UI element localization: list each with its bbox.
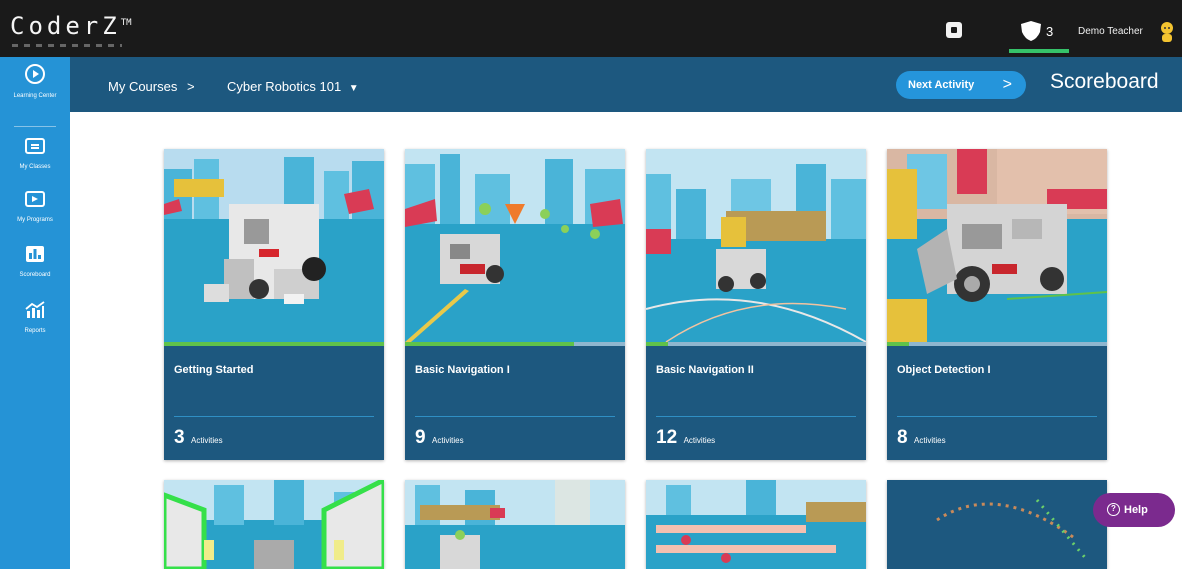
activity-count-unit: Activities bbox=[914, 436, 946, 445]
course-selector-dropdown[interactable]: Cyber Robotics 101 ▼ bbox=[227, 79, 359, 94]
sidebar-item-reports[interactable]: Reports bbox=[0, 300, 70, 335]
card-progress-fill bbox=[405, 342, 575, 346]
activity-count-number: 3 bbox=[174, 427, 185, 448]
course-card-basic-navigation-1[interactable]: Basic Navigation I 9 Activities bbox=[405, 149, 625, 460]
activity-count-unit: Activities bbox=[191, 436, 223, 445]
card-progress-fill bbox=[164, 342, 384, 346]
activity-count-number: 8 bbox=[897, 427, 908, 448]
sidebar-item-label: Reports bbox=[24, 328, 46, 334]
activity-count-unit: Activities bbox=[683, 436, 716, 445]
top-bar: CoderZTM 3 Demo Teacher bbox=[0, 0, 1182, 57]
caret-down-icon: ▼ bbox=[348, 83, 359, 94]
shield-icon[interactable] bbox=[1019, 20, 1043, 42]
row2-card-4-thumbnail bbox=[887, 480, 1107, 569]
sidebar-item-scoreboard[interactable]: Scoreboard bbox=[0, 244, 70, 279]
sidebar-item-label: Scoreboard bbox=[19, 272, 51, 278]
reports-chart-icon bbox=[24, 301, 46, 324]
sidebar-item-my-programs[interactable]: My Programs bbox=[0, 189, 70, 224]
course-card-object-detection-1[interactable]: Object Detection I 8 Activities bbox=[887, 149, 1107, 460]
card-title: Object Detection I bbox=[897, 364, 991, 376]
card-divider bbox=[656, 416, 856, 417]
card-progress-track bbox=[646, 342, 866, 346]
card-activity-count: 3 Activities bbox=[174, 427, 223, 449]
activity-count-unit: Activities bbox=[432, 436, 464, 445]
activity-count-number: 9 bbox=[415, 427, 426, 448]
breadcrumb-separator: > bbox=[186, 79, 195, 94]
sidebar-item-label: Learning Center bbox=[13, 93, 57, 99]
card-title: Basic Navigation I bbox=[415, 364, 510, 376]
basic-navigation-2-thumbnail bbox=[646, 149, 866, 342]
course-card-row2-1[interactable] bbox=[164, 480, 384, 569]
card-progress-fill bbox=[887, 342, 909, 346]
course-card-basic-navigation-2[interactable]: Basic Navigation II 12 Activities bbox=[646, 149, 866, 460]
logo-dots-decoration bbox=[12, 44, 122, 47]
scoreboard-link[interactable]: Scoreboard bbox=[1050, 70, 1159, 94]
sidebar-item-label: My Classes bbox=[19, 164, 51, 170]
card-divider bbox=[174, 416, 374, 417]
classes-folder-icon bbox=[24, 138, 46, 160]
getting-started-thumbnail bbox=[164, 149, 384, 342]
teacher-avatar-icon[interactable] bbox=[1158, 20, 1176, 42]
sidebar: Learning Center My Classes My Programs S… bbox=[0, 57, 70, 569]
help-button[interactable]: ? Help bbox=[1093, 493, 1175, 527]
card-activity-count: 8 Activities bbox=[897, 427, 946, 449]
row2-card-2-thumbnail bbox=[405, 480, 625, 569]
card-activity-count: 12 Activities bbox=[656, 427, 715, 449]
breadcrumb-root-label: My Courses bbox=[108, 79, 178, 94]
breadcrumb-my-courses[interactable]: My Courses > bbox=[108, 79, 195, 94]
sidebar-item-my-classes[interactable]: My Classes bbox=[0, 136, 70, 171]
card-title: Getting Started bbox=[174, 364, 254, 376]
card-progress-track bbox=[887, 342, 1107, 346]
sidebar-item-label: My Programs bbox=[17, 217, 53, 223]
card-title: Basic Navigation II bbox=[656, 364, 754, 376]
user-progress-bar bbox=[1009, 49, 1069, 53]
user-name[interactable]: Demo Teacher bbox=[1078, 26, 1143, 37]
next-activity-label: Next Activity bbox=[908, 79, 975, 91]
card-progress-fill bbox=[646, 342, 668, 346]
card-divider bbox=[415, 416, 615, 417]
sidebar-item-learning-center[interactable]: Learning Center bbox=[0, 63, 70, 100]
logo-trademark: TM bbox=[120, 18, 132, 28]
card-divider bbox=[897, 416, 1097, 417]
activity-count-number: 12 bbox=[656, 427, 678, 448]
sidebar-divider bbox=[14, 126, 56, 127]
course-card-getting-started[interactable]: Getting Started 3 Activities bbox=[164, 149, 384, 460]
shield-count: 3 bbox=[1046, 24, 1054, 39]
coderz-logo[interactable]: CoderZTM bbox=[10, 12, 132, 40]
basic-navigation-1-thumbnail bbox=[405, 149, 625, 342]
course-card-row2-2[interactable] bbox=[405, 480, 625, 569]
course-card-row2-4[interactable] bbox=[887, 480, 1107, 569]
course-card-row2-3[interactable] bbox=[646, 480, 866, 569]
help-question-icon: ? bbox=[1107, 502, 1120, 516]
next-activity-button[interactable]: Next Activity > bbox=[896, 71, 1026, 99]
scoreboard-icon bbox=[24, 246, 46, 268]
chevron-right-icon: > bbox=[1002, 76, 1012, 93]
object-detection-1-thumbnail bbox=[887, 149, 1107, 342]
row2-card-3-thumbnail bbox=[646, 480, 866, 569]
notification-icon[interactable] bbox=[946, 22, 962, 38]
card-activity-count: 9 Activities bbox=[415, 427, 464, 449]
help-label: Help bbox=[1124, 504, 1148, 516]
logo-text: CoderZ bbox=[10, 12, 121, 40]
programs-folder-icon bbox=[24, 191, 46, 213]
row2-card-1-thumbnail bbox=[164, 480, 384, 569]
course-name: Cyber Robotics 101 bbox=[227, 79, 342, 94]
play-circle-icon bbox=[24, 64, 46, 89]
